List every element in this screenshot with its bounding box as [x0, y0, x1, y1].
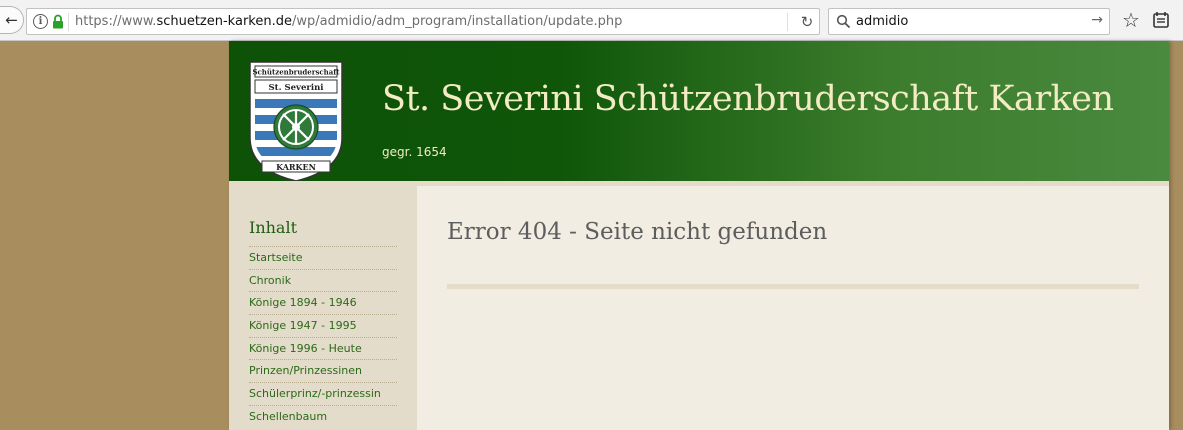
nav-item-prinzen[interactable]: Prinzen/Prinzessinen	[249, 359, 397, 382]
reading-list-icon[interactable]	[1152, 11, 1170, 29]
sidebar-nav: Startseite Chronik Könige 1894 - 1946 Kö…	[249, 246, 397, 428]
nav-item-koenige-1894-1946[interactable]: Könige 1894 - 1946	[249, 291, 397, 314]
crest-name-text: St. Severini	[269, 83, 325, 93]
lock-icon[interactable]	[52, 14, 64, 29]
content-divider	[447, 284, 1139, 289]
address-bar[interactable]: i https://www.schuetzen-karken.de/wp/adm…	[26, 8, 820, 35]
address-separator	[68, 13, 69, 31]
site-subtitle: gegr. 1654	[382, 145, 447, 159]
crest-bottom-text: KARKEN	[276, 162, 316, 172]
nav-item-koenige-1996-heute[interactable]: Könige 1996 - Heute	[249, 336, 397, 360]
nav-item-koenige-1947-1995[interactable]: Könige 1947 - 1995	[249, 314, 397, 337]
sidebar: Inhalt Startseite Chronik Könige 1894 - …	[229, 186, 417, 430]
crest-top-text: Schützenbruderschaft	[252, 68, 340, 77]
url-prefix: https://www.	[75, 14, 157, 29]
search-icon	[836, 14, 851, 29]
url-host: schuetzen-karken.de	[156, 14, 292, 29]
search-input[interactable]: admidio	[856, 14, 908, 29]
info-icon[interactable]: i	[33, 14, 48, 29]
search-bar[interactable]: admidio →	[828, 8, 1110, 35]
page-title: Error 404 - Seite nicht gefunden	[447, 219, 828, 245]
nav-item-chronik[interactable]: Chronik	[249, 268, 397, 292]
nav-item-schellenbaum[interactable]: Schellenbaum	[249, 404, 397, 428]
main-content: Error 404 - Seite nicht gefunden	[417, 186, 1169, 430]
reload-separator	[787, 13, 788, 31]
browser-toolbar: ← i https://www.schuetzen-karken.de/wp/a…	[0, 0, 1183, 41]
nav-item-schuelerprinz[interactable]: Schülerprinz/-prinzessin	[249, 382, 397, 405]
bookmark-star-icon[interactable]: ☆	[1120, 9, 1142, 31]
sidebar-heading: Inhalt	[249, 218, 298, 237]
reload-icon[interactable]: ↻	[797, 12, 817, 32]
club-crest-logo[interactable]: Schützenbruderschaft St. Severini KARKEN	[248, 60, 344, 182]
back-button[interactable]: ←	[0, 6, 24, 34]
site-header: Schützenbruderschaft St. Severini KARKEN	[229, 41, 1169, 182]
search-go-icon[interactable]: →	[1091, 12, 1103, 28]
web-page: Schützenbruderschaft St. Severini KARKEN	[229, 41, 1169, 430]
url-path: /wp/admidio/adm_program/installation/upd…	[291, 14, 623, 29]
site-title[interactable]: St. Severini Schützenbruderschaft Karken	[382, 79, 1114, 119]
url-text[interactable]: https://www.schuetzen-karken.de/wp/admid…	[75, 14, 622, 29]
back-arrow-icon: ←	[5, 11, 18, 29]
nav-item-startseite[interactable]: Startseite	[249, 246, 397, 269]
